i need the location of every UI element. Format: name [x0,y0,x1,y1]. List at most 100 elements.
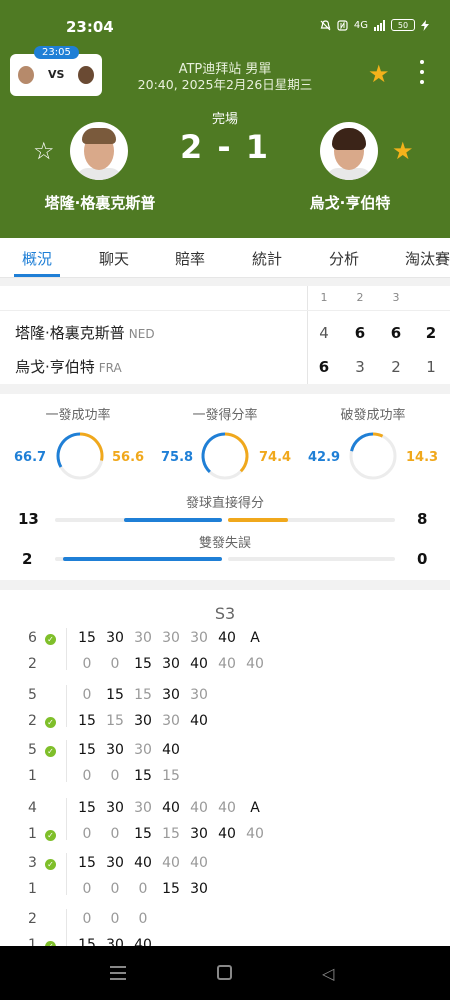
stat-title-break-points: 破發成功率 [340,408,406,423]
point-score: 0 [82,768,92,784]
game-count: 1 [28,937,37,946]
point-score: 30 [190,881,208,897]
ring-chart-break-points [349,432,397,480]
point-score: 0 [138,911,148,927]
tab-odds[interactable]: 賠率 [175,248,205,269]
recent-apps-icon[interactable] [110,966,126,980]
system-nav-bar: ◁ [0,946,450,1000]
tab-knockout[interactable]: 淘汰賽 [405,248,450,269]
follow-player2-star-icon[interactable]: ★ [392,137,414,165]
point-score: 30 [190,630,208,646]
game-count: 1 [28,768,37,784]
tab-bar: 概況 聊天 賠率 統計 分析 淘汰賽 [0,238,450,278]
player2-country: FRA [98,361,122,375]
mini-avatar-player2 [78,66,94,84]
back-icon[interactable]: ◁ [322,964,334,983]
player2-name[interactable]: 烏戈·亨伯特 [280,192,420,213]
point-score: 40 [190,855,208,871]
point-score: 30 [134,630,152,646]
point-score: 30 [106,742,124,758]
stat-p1-double-faults: 2 [22,550,33,568]
point-score: 0 [110,656,120,672]
stat-p1-first-serve-in: 66.7 [14,450,47,465]
game-count: 1 [28,826,37,842]
point-score: 15 [134,826,152,842]
home-icon[interactable] [217,965,232,980]
player1-avatar[interactable] [70,122,128,180]
battery-icon: 50 [391,19,415,31]
status-time: 23:04 [66,18,114,36]
point-score: 30 [190,826,208,842]
set-label: S3 [214,604,236,623]
mini-scoreboard[interactable]: 23:05 VS [10,46,102,96]
point-score: 15 [78,742,96,758]
tab-chat[interactable]: 聊天 [99,248,129,269]
point-score: 0 [110,826,120,842]
df-bar-track-p2 [228,557,395,561]
game-winner-check-icon: ✓ [45,634,56,645]
point-score: 40 [162,855,180,871]
point-score: 0 [110,911,120,927]
point-score: 40 [134,937,152,946]
player1-name[interactable]: 塔隆·格裏克斯普 [20,192,180,213]
point-score: 15 [78,713,96,729]
point-score: 30 [106,800,124,816]
game-count: 5 [28,742,37,758]
set-header-2: 2 [356,291,364,304]
aces-bar-p2 [228,518,288,522]
player1-set3: 6 [390,324,402,342]
stat-p2-first-serve-won: 74.4 [259,450,292,465]
follow-player1-star-icon[interactable]: ☆ [33,137,55,165]
status-icons: 4G 50 [320,19,432,31]
match-score: 2 - 1 [179,128,271,166]
active-tab-indicator [14,274,60,277]
point-score: 0 [110,881,120,897]
point-score: 15 [106,713,124,729]
stat-title-first-serve-in: 一發成功率 [45,408,111,423]
tab-stats[interactable]: 統計 [252,248,282,269]
point-score: 15 [106,687,124,703]
signal-icon [374,19,385,31]
tab-overview[interactable]: 概況 [22,248,52,269]
ring-chart-first-serve-in [56,432,104,480]
set-header-1: 1 [320,291,328,304]
game-separator [66,853,67,895]
point-score: 15 [78,937,96,946]
more-menu-icon[interactable] [420,60,424,84]
game-count: 5 [28,687,37,703]
point-score: 40 [218,656,236,672]
point-score: 15 [162,768,180,784]
game-count: 2 [28,911,37,927]
point-score: 15 [162,881,180,897]
player2-current-game: 1 [426,358,436,376]
set-row-player1-name: 塔隆·格裏克斯普 NED [15,322,155,343]
player2-row-name: 烏戈·亨伯特 [15,358,95,376]
charging-icon [421,19,432,31]
ring-arc-p1 [201,432,226,474]
nfc-icon [337,19,348,31]
player2-avatar[interactable] [320,122,378,180]
match-stats-panel: 一發成功率 66.7 56.6 一發得分率 75.8 74.4 破發成功率 42… [0,394,450,580]
player1-set1: 4 [319,324,329,342]
point-score: 30 [162,687,180,703]
ring-arc-p1 [350,432,374,452]
point-score: 15 [78,630,96,646]
ring-arc-p2 [224,432,249,473]
point-score: 40 [162,800,180,816]
ring-arc-p2 [79,432,104,461]
player1-current-game: 2 [425,324,437,342]
game-separator [66,798,67,840]
game-count: 3 [28,855,37,871]
point-score: 40 [134,855,152,871]
stat-p2-aces: 8 [417,510,428,528]
point-score: 30 [162,630,180,646]
point-score: 15 [162,826,180,842]
game-winner-check-icon: ✓ [45,830,56,841]
tab-analysis[interactable]: 分析 [329,248,359,269]
ring-arc-p2 [372,432,384,438]
point-score: 30 [106,855,124,871]
stat-title-first-serve-won: 一發得分率 [192,408,258,423]
point-score: 30 [162,656,180,672]
favorite-star-icon[interactable]: ★ [368,60,390,88]
point-score: 40 [162,742,180,758]
